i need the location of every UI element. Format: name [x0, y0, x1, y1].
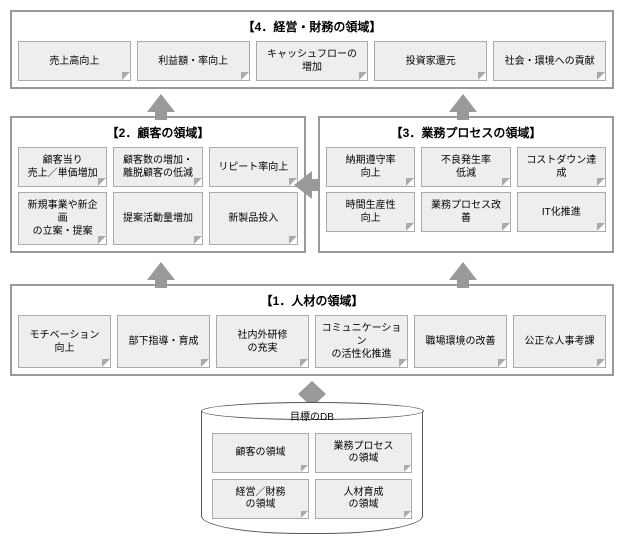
domain-hr: 【1．人材の領域】 モチベーション向上 部下指導・育成 社内外研修の充実 コミュ…: [10, 284, 614, 376]
d2-item: 新規事業や新企画の立案・提案: [18, 192, 107, 245]
d4-item: 利益額・率向上: [137, 41, 250, 81]
d4-item: 売上高向上: [18, 41, 131, 81]
arrow-up-icon: [147, 262, 175, 280]
domain2-title: 【2．顧客の領域】: [18, 124, 298, 141]
d3-item: 時間生産性向上: [326, 192, 415, 232]
d3-item: コストダウン達成: [517, 147, 606, 187]
domain3-title: 【3．業務プロセスの領域】: [326, 124, 606, 141]
domain1-title: 【1．人材の領域】: [18, 292, 606, 309]
domain4-row: 売上高向上 利益額・率向上 キャッシュフローの増加 投資家還元 社会・環境への貢…: [18, 41, 606, 81]
d4-item: 投資家還元: [374, 41, 487, 81]
d1-item: 部下指導・育成: [117, 315, 210, 368]
d1-item: モチベーション向上: [18, 315, 111, 368]
arrow-up-icon: [449, 94, 477, 112]
db-container: 目標のDB 顧客の領域 業務プロセスの領域 経営／財務の領域 人材育成の領域: [10, 411, 614, 534]
db-title: 目標のDB: [290, 408, 334, 423]
d1-item: 社内外研修の充実: [216, 315, 309, 368]
d2-item: 顧客数の増加・離脱顧客の低減: [113, 147, 202, 187]
arrows-to-4: [10, 94, 614, 112]
d2-item: 提案活動量増加: [113, 192, 202, 245]
d3-item: 納期遵守率向上: [326, 147, 415, 187]
domain4-title: 【4．経営・財務の領域】: [18, 18, 606, 35]
arrow-up-icon: [449, 262, 477, 280]
domain-management-finance: 【4．経営・財務の領域】 売上高向上 利益額・率向上 キャッシュフローの増加 投…: [10, 10, 614, 89]
arrows-to-23: [10, 262, 614, 280]
db-item: 経営／財務の領域: [212, 479, 309, 519]
db-item: 人材育成の領域: [315, 479, 412, 519]
d2-item: リピート率向上: [209, 147, 298, 187]
domain-process: 【3．業務プロセスの領域】 納期遵守率向上 不良発生率低減 コストダウン達成 時…: [318, 116, 614, 253]
db-item: 顧客の領域: [212, 433, 309, 473]
d4-item: 社会・環境への貢献: [493, 41, 606, 81]
d3-item: 業務プロセス改善: [421, 192, 510, 232]
d2-item: 顧客当り売上／単価増加: [18, 147, 107, 187]
d3-item: 不良発生率低減: [421, 147, 510, 187]
d1-item: コミュニケーションの活性化推進: [315, 315, 408, 368]
domain-customer: 【2．顧客の領域】 顧客当り売上／単価増加 顧客数の増加・離脱顧客の低減 リピー…: [10, 116, 306, 253]
db-cylinder: 目標のDB 顧客の領域 業務プロセスの領域 経営／財務の領域 人材育成の領域: [201, 411, 423, 534]
d1-item: 職場環境の改善: [414, 315, 507, 368]
d3-item: IT化推進: [517, 192, 606, 232]
db-item: 業務プロセスの領域: [315, 433, 412, 473]
d2-item: 新製品投入: [209, 192, 298, 245]
arrow-up-icon: [147, 94, 175, 112]
d4-item: キャッシュフローの増加: [256, 41, 369, 81]
d1-item: 公正な人事考課: [513, 315, 606, 368]
